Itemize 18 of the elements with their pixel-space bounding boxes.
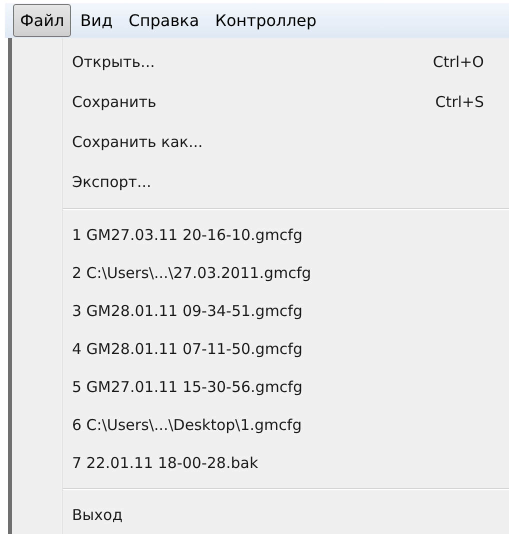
shortcut-text: Ctrl+S <box>435 92 484 113</box>
menu-item[interactable]: 1 GM27.03.11 20-16-10.gmcfg <box>72 224 302 246</box>
menu-item[interactable]: 6 C:\Users\...\Desktop\1.gmcfg <box>72 414 302 436</box>
menu-item[interactable]: 5 GM27.01.11 15-30-56.gmcfg <box>72 376 302 398</box>
menu-item[interactable]: 3 GM28.01.11 09-34-51.gmcfg <box>72 300 302 322</box>
menu-item[interactable]: Экспорт... <box>72 170 152 194</box>
menu-item[interactable]: Сохранить как... <box>72 130 203 154</box>
menu-bar-item[interactable]: Файл <box>13 4 72 37</box>
menu-item[interactable]: 4 GM28.01.11 07-11-50.gmcfg <box>72 338 302 360</box>
menu-item[interactable]: Открыть... <box>72 50 155 74</box>
menu-item[interactable]: Сохранить <box>72 90 156 114</box>
menu-item[interactable]: 7 22.01.11 18-00-28.bak <box>72 452 258 474</box>
menu-item[interactable]: 2 C:\Users\...\27.03.2011.gmcfg <box>72 262 312 284</box>
shortcut-text: Ctrl+O <box>432 52 484 73</box>
menu-bar-item[interactable]: Контроллер <box>208 4 324 37</box>
menu-bar-item[interactable]: Справка <box>122 4 206 37</box>
menu-bar-item[interactable]: Вид <box>73 4 120 37</box>
menu-item[interactable]: Выход <box>72 504 123 526</box>
